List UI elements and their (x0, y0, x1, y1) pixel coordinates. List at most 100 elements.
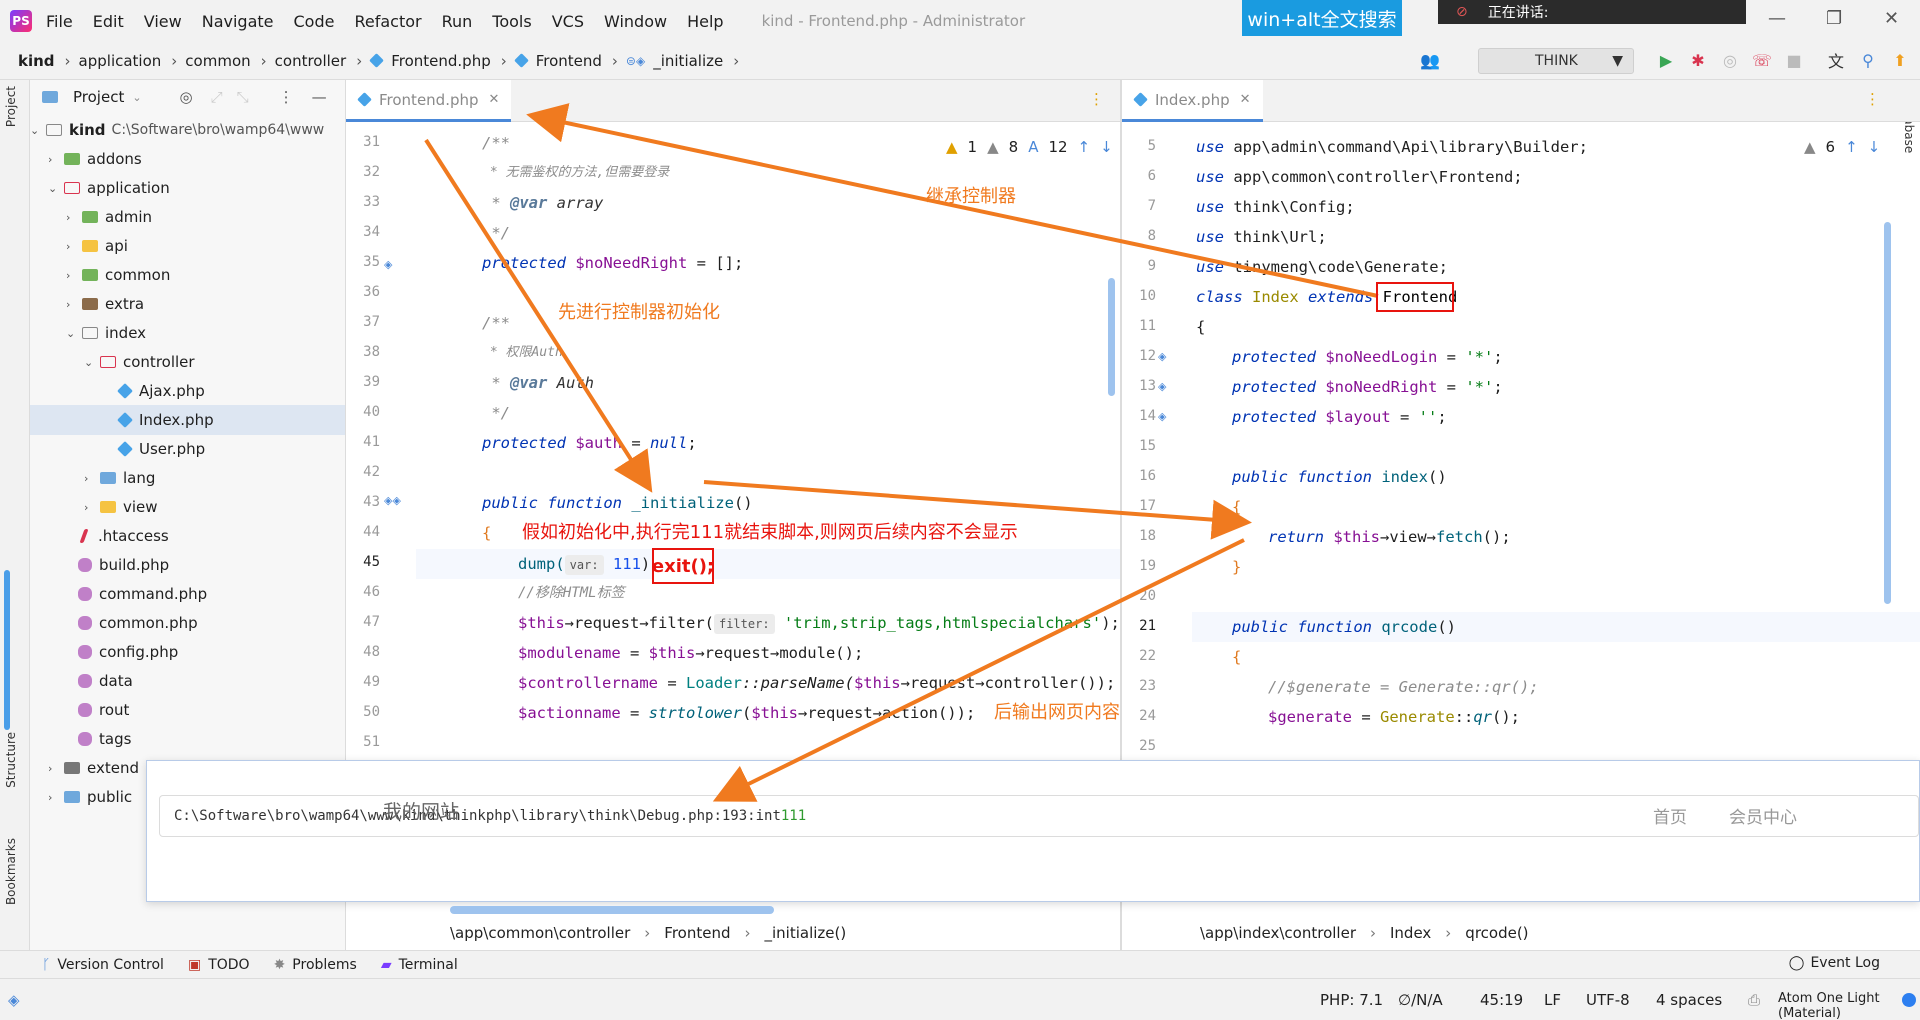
update-icon[interactable]: ⬆ (1890, 50, 1910, 70)
layers-icon[interactable]: ◈ (8, 991, 20, 1009)
status-php-version[interactable]: PHP: 7.1 (1320, 991, 1383, 1009)
tree-item-index[interactable]: ⌄ index (30, 318, 345, 348)
menu-run[interactable]: Run (442, 12, 473, 31)
status-vcs[interactable]: ∅/N/A (1398, 991, 1443, 1009)
nav-crumb-application[interactable]: application (79, 52, 162, 70)
menu-file[interactable]: File (46, 12, 73, 31)
right-editor-scrollbar[interactable] (1884, 222, 1891, 604)
left-editor-scrollbar[interactable] (1108, 278, 1115, 396)
left-inspection-widget[interactable]: ▲ 1 ▲ 8 A 12 ↑ ↓ (946, 138, 1113, 156)
listen-debug-icon[interactable]: ☏ (1752, 50, 1772, 70)
override-marker-icon[interactable]: ◈ (1158, 380, 1166, 393)
nav-crumb-class[interactable]: Frontend (513, 52, 602, 70)
status-theme[interactable]: Atom One Light (Material) (1778, 991, 1920, 1020)
tree-item-controller[interactable]: ⌄ controller (30, 347, 345, 377)
tree-item-data[interactable]: data (30, 666, 345, 696)
tree-item-htaccess[interactable]: .htaccess (30, 521, 345, 551)
tree-item-lang[interactable]: › lang (30, 463, 345, 493)
tree-item-common-php[interactable]: common.php (30, 608, 345, 638)
bookmarks-tool-tab[interactable]: Bookmarks (4, 838, 18, 905)
breadcrumb-method[interactable]: _initialize() (765, 924, 847, 942)
options-icon[interactable]: ⋮ (279, 88, 294, 106)
restore-icon[interactable]: ❐ (1826, 8, 1842, 29)
status-indent[interactable]: 4 spaces (1656, 991, 1722, 1009)
structure-tool-tab[interactable]: Structure (4, 732, 18, 788)
collapse-all-icon[interactable]: ⤡ (237, 88, 249, 106)
debug-icon[interactable]: ✱ (1688, 50, 1708, 70)
lock-icon[interactable]: ⎙ (1748, 991, 1760, 1009)
tab-index-php[interactable]: Index.php ✕ (1122, 80, 1263, 122)
problems-button[interactable]: ✸ Problems (274, 957, 357, 973)
event-log-button[interactable]: ◯ Event Log (1789, 955, 1880, 971)
arrow-down-icon[interactable]: ↓ (1100, 138, 1113, 156)
tree-item-extra[interactable]: › extra (30, 289, 345, 319)
arrow-up-icon[interactable]: ↑ (1845, 138, 1858, 156)
nav-crumb-project[interactable]: kind (18, 52, 55, 70)
tree-root[interactable]: ⌄ kind C:\Software\bro\wamp64\www (30, 115, 345, 145)
site-link-home[interactable]: 首页 (1653, 803, 1687, 828)
version-control-button[interactable]: ᚴ Version Control (42, 957, 164, 973)
chevron-down-icon[interactable]: ⌄ (132, 91, 141, 104)
site-link-member-center[interactable]: 会员中心 (1729, 803, 1797, 828)
nav-crumb-method[interactable]: ⊜◈ _initialize (626, 52, 723, 70)
translate-icon[interactable]: 文 (1826, 50, 1846, 71)
tree-item-application[interactable]: ⌄ application (30, 173, 345, 203)
menu-tools[interactable]: Tools (492, 12, 531, 31)
minimize-icon[interactable]: — (1768, 8, 1786, 29)
expand-all-icon[interactable]: ⤢ (211, 88, 223, 106)
terminal-button[interactable]: ▰ Terminal (381, 957, 458, 973)
horizontal-scrollbar[interactable] (450, 906, 774, 914)
menu-edit[interactable]: Edit (93, 12, 124, 31)
menu-help[interactable]: Help (687, 12, 723, 31)
breadcrumb-namespace[interactable]: \app\index\controller (1200, 924, 1356, 942)
tree-item-view[interactable]: › view (30, 492, 345, 522)
tree-item-build-php[interactable]: build.php (30, 550, 345, 580)
menu-window[interactable]: Window (604, 12, 667, 31)
run-configuration-select[interactable]: THINK ▼ (1478, 48, 1634, 74)
tree-item-index-php[interactable]: Index.php (30, 405, 345, 435)
project-panel-title[interactable]: Project (73, 88, 124, 106)
breadcrumb-namespace[interactable]: \app\common\controller (450, 924, 630, 942)
tab-options-icon[interactable]: ⋮ (1865, 90, 1880, 108)
override-marker-icon[interactable]: ◈◈ (384, 494, 401, 507)
tree-item-rout[interactable]: rout (30, 695, 345, 725)
tree-item-common[interactable]: › common (30, 260, 345, 290)
run-icon[interactable]: ▶ (1656, 50, 1676, 70)
hide-panel-icon[interactable]: — (312, 88, 327, 106)
close-icon[interactable]: ✕ (1884, 8, 1899, 29)
nav-crumb-file[interactable]: Frontend.php (369, 52, 491, 70)
project-tool-tab[interactable]: Project (4, 86, 18, 127)
override-marker-icon[interactable]: ◈ (1158, 350, 1166, 363)
nav-crumb-common[interactable]: common (185, 52, 250, 70)
tree-item-admin[interactable]: › admin (30, 202, 345, 232)
breadcrumb-method[interactable]: qrcode() (1465, 924, 1528, 942)
tab-frontend-php[interactable]: Frontend.php ✕ (346, 80, 512, 122)
menu-code[interactable]: Code (294, 12, 335, 31)
tree-item-ajax-php[interactable]: Ajax.php (30, 376, 345, 406)
menu-navigate[interactable]: Navigate (202, 12, 274, 31)
tree-item-api[interactable]: › api (30, 231, 345, 261)
locate-icon[interactable]: ◎ (180, 88, 193, 106)
menu-view[interactable]: View (144, 12, 182, 31)
menu-refactor[interactable]: Refactor (354, 12, 421, 31)
status-encoding[interactable]: UTF-8 (1586, 991, 1630, 1009)
todo-button[interactable]: ▣ TODO (188, 957, 250, 973)
close-icon[interactable]: ✕ (489, 92, 500, 107)
nav-crumb-controller[interactable]: controller (275, 52, 347, 70)
notification-dot-icon[interactable] (1902, 993, 1916, 1007)
tree-item-addons[interactable]: › addons (30, 144, 345, 174)
right-inspection-widget[interactable]: ▲ 6 ↑ ↓ (1804, 138, 1880, 156)
close-icon[interactable]: ✕ (1240, 92, 1251, 107)
menu-vcs[interactable]: VCS (552, 12, 584, 31)
breadcrumb-class[interactable]: Frontend (664, 924, 730, 942)
tab-options-icon[interactable]: ⋮ (1089, 90, 1104, 108)
arrow-up-icon[interactable]: ↑ (1078, 138, 1091, 156)
tree-item-command-php[interactable]: command.php (30, 579, 345, 609)
override-marker-icon[interactable]: ◈ (1158, 410, 1166, 423)
arrow-down-icon[interactable]: ↓ (1868, 138, 1881, 156)
status-line-separator[interactable]: LF (1544, 991, 1561, 1009)
coverage-icon[interactable]: ◎ (1720, 50, 1740, 70)
user-group-icon[interactable]: 👥 (1420, 50, 1440, 70)
search-icon[interactable]: ⚲ (1858, 50, 1878, 70)
tree-item-config-php[interactable]: config.php (30, 637, 345, 667)
